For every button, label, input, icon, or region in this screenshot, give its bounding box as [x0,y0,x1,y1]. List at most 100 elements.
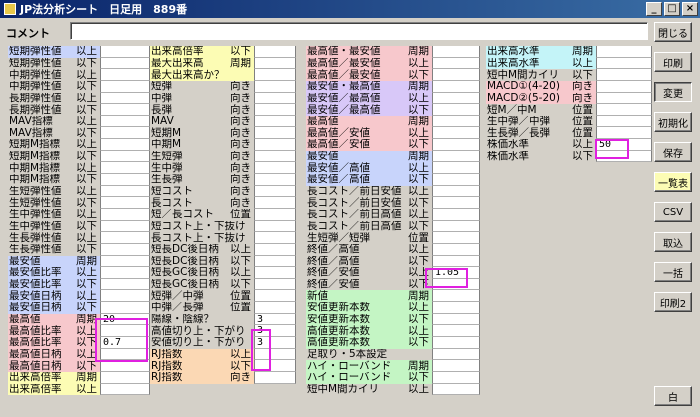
criteria-value-field[interactable] [100,127,150,140]
criteria-value-field[interactable] [432,255,480,268]
criteria-value-field[interactable] [100,220,150,233]
criteria-value-field[interactable] [254,232,296,244]
criteria-value-field[interactable] [100,255,150,268]
criteria-value-field[interactable] [432,278,480,291]
criteria-value-field[interactable] [100,325,150,338]
criteria-value-field[interactable] [432,290,480,303]
batch-button[interactable]: 一括 [654,262,692,282]
criteria-value-field[interactable] [100,360,150,372]
change-button[interactable]: 変更 [654,82,692,102]
criteria-value-field[interactable] [100,162,150,175]
criteria-value-field[interactable] [100,302,150,314]
criteria-value-field[interactable] [100,371,150,384]
print-button[interactable]: 印刷 [654,52,692,72]
criteria-value-field[interactable] [432,243,480,256]
close-button[interactable]: 閉じる [654,22,692,42]
criteria-value-field[interactable] [254,139,296,151]
criteria-value-field[interactable] [432,185,480,198]
criteria-value-field[interactable] [100,92,150,105]
criteria-value-field[interactable] [100,46,150,58]
criteria-value-field[interactable] [254,69,296,81]
white-button[interactable]: 白 [654,386,692,406]
criteria-value-field[interactable] [596,115,652,128]
criteria-value-field[interactable] [432,80,480,93]
criteria-value-field[interactable] [254,208,296,221]
minimize-icon[interactable]: _ [646,2,662,16]
criteria-value-field[interactable] [596,57,652,70]
criteria-value-field[interactable] [254,150,296,163]
criteria-value-field[interactable] [596,150,652,163]
criteria-value-field[interactable] [596,80,652,93]
criteria-value-field[interactable] [432,208,480,221]
criteria-value-field[interactable] [254,174,296,186]
criteria-value-field[interactable] [254,92,296,105]
criteria-value-field[interactable] [596,69,652,81]
criteria-value-field[interactable] [100,69,150,81]
criteria-value-field[interactable] [254,220,296,233]
criteria-value-field[interactable] [432,220,480,233]
criteria-value-field[interactable] [254,255,296,268]
import-button[interactable]: 取込 [654,232,692,252]
criteria-value-field[interactable] [432,360,480,372]
print2-button[interactable]: 印刷2 [654,292,692,312]
criteria-value-field[interactable] [432,383,480,396]
criteria-value-field[interactable] [596,92,652,105]
list-button[interactable]: 一覧表 [654,172,692,192]
criteria-value-field[interactable] [254,267,296,279]
criteria-value-field[interactable] [100,383,150,396]
criteria-value-field[interactable] [254,185,296,198]
criteria-value-field[interactable] [254,127,296,140]
criteria-value-field[interactable] [100,197,150,209]
criteria-value-field[interactable] [432,150,480,163]
criteria-value-field[interactable] [254,371,296,384]
criteria-value-field[interactable] [100,232,150,244]
criteria-value-field[interactable] [254,302,296,314]
criteria-value-field[interactable] [432,337,480,349]
criteria-value-field[interactable] [100,57,150,70]
criteria-value-field[interactable] [432,232,480,244]
criteria-value-field[interactable]: 3 [254,325,296,338]
criteria-value-field[interactable]: 3 [254,313,296,326]
criteria-value-field[interactable] [432,348,480,361]
criteria-value-field[interactable] [100,185,150,198]
criteria-value-field[interactable] [100,174,150,186]
criteria-value-field[interactable] [432,104,480,116]
criteria-value-field[interactable] [254,162,296,175]
criteria-value-field[interactable] [432,174,480,186]
criteria-value-field[interactable] [432,325,480,338]
criteria-value-field[interactable] [596,127,652,140]
initialize-button[interactable]: 初期化 [654,112,692,132]
criteria-value-field[interactable] [432,139,480,151]
criteria-value-field[interactable] [254,46,296,58]
criteria-value-field[interactable] [254,115,296,128]
criteria-value-field[interactable] [100,115,150,128]
criteria-value-field[interactable] [254,243,296,256]
criteria-value-field[interactable] [432,46,480,58]
criteria-value-field[interactable] [432,69,480,81]
criteria-value-field[interactable] [432,127,480,140]
criteria-value-field[interactable] [100,290,150,303]
criteria-value-field[interactable] [254,197,296,209]
criteria-value-field[interactable] [432,371,480,384]
criteria-value-field[interactable] [432,92,480,105]
criteria-value-field[interactable] [432,115,480,128]
criteria-value-field[interactable] [254,348,296,361]
criteria-value-field[interactable] [596,46,652,58]
criteria-value-field[interactable] [254,80,296,93]
csv-button[interactable]: CSV [654,202,692,222]
criteria-value-field[interactable] [100,278,150,291]
criteria-value-field[interactable] [100,80,150,93]
close-icon[interactable]: × [682,2,698,16]
criteria-value-field[interactable]: 0.7 [100,337,150,349]
criteria-value-field[interactable] [432,197,480,209]
comment-input[interactable] [70,22,648,40]
criteria-value-field[interactable] [100,243,150,256]
criteria-value-field[interactable] [254,360,296,372]
criteria-value-field[interactable] [596,104,652,116]
criteria-value-field[interactable] [254,278,296,291]
criteria-value-field[interactable]: 1.05 [432,267,480,279]
maximize-icon[interactable]: □ [664,2,680,16]
criteria-value-field[interactable] [100,150,150,163]
criteria-value-field[interactable]: 3 [254,337,296,349]
criteria-value-field[interactable] [100,208,150,221]
